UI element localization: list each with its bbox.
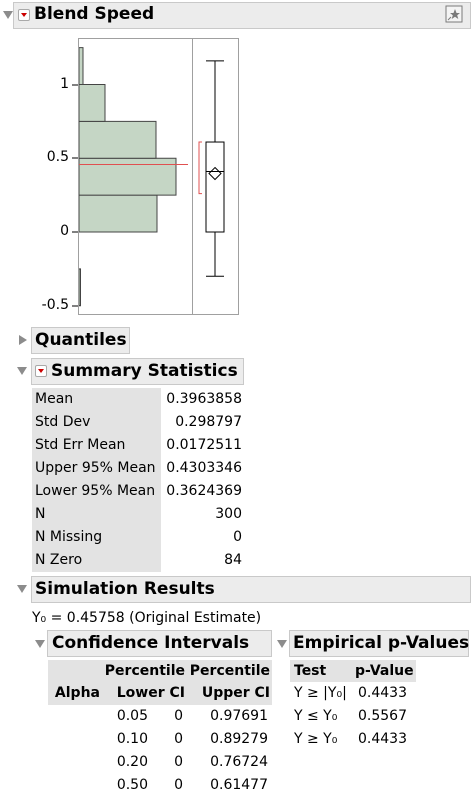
confidence-intervals-title: Confidence Intervals bbox=[52, 633, 250, 653]
ci-header-percentile-lower: Percentile bbox=[104, 663, 185, 679]
ci-upper-cell: 0.89279 bbox=[210, 731, 268, 747]
quantiles-title: Quantiles bbox=[35, 330, 127, 350]
simulation-results-title: Simulation Results bbox=[35, 579, 215, 599]
summary-statistics-menu-icon[interactable] bbox=[35, 365, 47, 377]
summary-stat-value: 0 bbox=[233, 529, 242, 545]
pv-header-test: Test bbox=[294, 663, 327, 679]
ci-alpha-cell: 0.20 bbox=[116, 754, 148, 770]
boxplot-shortest-half-bracket bbox=[198, 141, 202, 195]
ci-header-alpha: Alpha bbox=[54, 685, 100, 701]
summary-stat-label: N bbox=[35, 506, 46, 522]
pv-value-cell: 0.4433 bbox=[358, 731, 407, 747]
histogram-bar bbox=[78, 47, 84, 85]
empirical-p-values-table: Y ≥ |Y₀| 0.4433 Y ≤ Y₀ 0.5567 Y ≥ Y₀ 0.4433 bbox=[290, 683, 416, 753]
summary-stat-value: 0.4303346 bbox=[166, 460, 242, 476]
ci-header-percentile-upper: Percentile bbox=[189, 663, 270, 679]
collapse-blend-speed-icon[interactable] bbox=[3, 11, 13, 19]
ci-upper-cell: 0.61477 bbox=[210, 777, 268, 793]
y-axis-tick-labels: 1 0.5 0 -0.5 bbox=[40, 40, 72, 320]
ci-lower-cell: 0 bbox=[174, 754, 183, 770]
collapse-summary-statistics-icon[interactable] bbox=[17, 367, 27, 375]
blend-speed-title: Blend Speed bbox=[34, 4, 155, 24]
summary-stat-value: 300 bbox=[215, 506, 242, 522]
ci-lower-cell: 0 bbox=[174, 731, 183, 747]
summary-statistics-table: Mean 0.3963858 Std Dev 0.298797 Std Err Mean… bbox=[32, 388, 244, 572]
summary-stat-value: 0.3624369 bbox=[166, 483, 242, 499]
y-tick-label: 0 bbox=[60, 223, 69, 239]
ci-alpha-cell: 0.50 bbox=[116, 777, 148, 793]
empirical-p-values-title: Empirical p-Values bbox=[293, 633, 470, 653]
summary-stat-label: N Missing bbox=[35, 529, 103, 545]
summary-stat-value: 0.3963858 bbox=[166, 391, 242, 407]
ci-alpha-cell: 0.10 bbox=[116, 731, 148, 747]
collapse-empirical-p-values-icon[interactable] bbox=[277, 640, 287, 648]
summary-stat-label: N Zero bbox=[35, 552, 83, 568]
summary-stat-label: Std Err Mean bbox=[35, 437, 126, 453]
summary-stat-value: 84 bbox=[224, 552, 242, 568]
confidence-intervals-table: 0.05 0 0.97691 0.10 0 0.89279 0.20 0 0.76724 0.50… bbox=[48, 705, 272, 797]
pv-test-cell: Y ≥ |Y₀| bbox=[294, 685, 347, 701]
pv-value-cell: 0.5567 bbox=[358, 708, 407, 724]
pv-value-cell: 0.4433 bbox=[358, 685, 407, 701]
histogram-bar bbox=[78, 157, 177, 196]
ci-header-lower-ci: Lower CI bbox=[116, 685, 185, 701]
summary-stat-value: 0.0172511 bbox=[166, 437, 242, 453]
ci-upper-cell: 0.97691 bbox=[210, 708, 268, 724]
ci-header-upper-ci: Upper CI bbox=[201, 685, 270, 701]
summary-stat-label: Mean bbox=[35, 391, 74, 407]
summary-stat-value: 0.298797 bbox=[175, 414, 242, 430]
pv-test-cell: Y ≥ Y₀ bbox=[294, 731, 338, 747]
pv-header-p-value: p-Value bbox=[355, 663, 414, 679]
collapse-simulation-results-icon[interactable] bbox=[17, 585, 27, 593]
y-tick-label: 0.5 bbox=[46, 149, 69, 165]
y-tick-label: 1 bbox=[60, 76, 69, 92]
boxplot-box bbox=[205, 141, 225, 233]
star-pin-icon[interactable] bbox=[445, 5, 463, 23]
expand-quantiles-icon[interactable] bbox=[19, 335, 27, 345]
summary-stat-label: Lower 95% Mean bbox=[35, 483, 156, 499]
original-estimate-text: Y₀ = 0.45758 (Original Estimate) bbox=[32, 610, 262, 626]
summary-stat-label: Upper 95% Mean bbox=[35, 460, 156, 476]
distribution-plot bbox=[72, 38, 239, 315]
ci-lower-cell: 0 bbox=[174, 777, 183, 793]
ci-upper-cell: 0.76724 bbox=[210, 754, 268, 770]
ci-lower-cell: 0 bbox=[174, 708, 183, 724]
histogram-bar bbox=[78, 194, 158, 233]
y-tick-label: -0.5 bbox=[41, 297, 69, 313]
summary-statistics-title: Summary Statistics bbox=[51, 361, 238, 381]
blend-speed-menu-icon[interactable] bbox=[18, 9, 30, 21]
pv-test-cell: Y ≤ Y₀ bbox=[294, 708, 338, 724]
collapse-confidence-intervals-icon[interactable] bbox=[35, 640, 45, 648]
ci-alpha-cell: 0.05 bbox=[116, 708, 148, 724]
histogram-bar bbox=[78, 120, 157, 159]
histogram-bar bbox=[78, 84, 106, 122]
histogram-bar bbox=[78, 268, 81, 307]
summary-stat-label: Std Dev bbox=[35, 414, 91, 430]
